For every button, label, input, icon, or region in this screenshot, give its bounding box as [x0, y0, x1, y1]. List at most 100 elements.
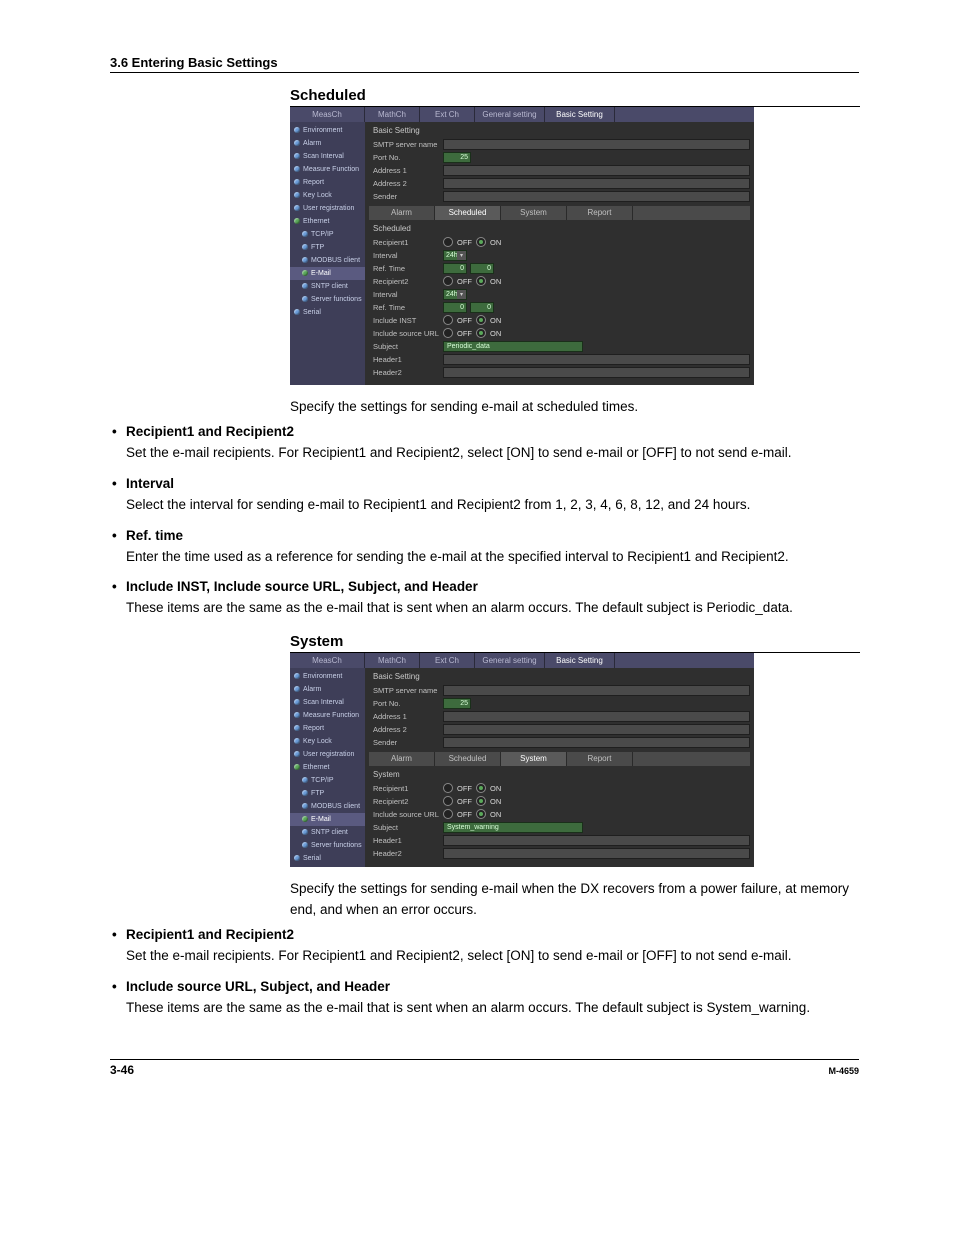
- nav-modbus-client[interactable]: MODBUS client: [290, 254, 365, 267]
- off-text: OFF: [457, 238, 472, 247]
- nav-ethernet[interactable]: Ethernet: [290, 761, 365, 774]
- subtab-scheduled[interactable]: Scheduled: [435, 752, 501, 766]
- tab-measch[interactable]: MeasCh: [290, 107, 365, 122]
- nav-ftp[interactable]: FTP: [290, 241, 365, 254]
- inst-on-radio[interactable]: [476, 315, 486, 325]
- url-off-radio[interactable]: [443, 809, 453, 819]
- sender-label: Sender: [369, 192, 443, 201]
- recipient1-on-radio[interactable]: [476, 783, 486, 793]
- port-field[interactable]: 25: [443, 698, 471, 709]
- on-text: ON: [490, 277, 501, 286]
- nav-server-functions[interactable]: Server functions: [290, 839, 365, 852]
- nav-ethernet[interactable]: Ethernet: [290, 215, 365, 228]
- on-text: ON: [490, 797, 501, 806]
- subtab-system[interactable]: System: [501, 752, 567, 766]
- tab-general-setting[interactable]: General setting: [475, 107, 545, 122]
- interval2-dropdown[interactable]: 24h▾: [443, 289, 467, 300]
- nav-alarm[interactable]: Alarm: [290, 137, 365, 150]
- addr2-field[interactable]: [443, 724, 750, 735]
- url-on-radio[interactable]: [476, 328, 486, 338]
- reftime2-h[interactable]: 0: [443, 302, 467, 313]
- nav-serial[interactable]: Serial: [290, 852, 365, 865]
- header1-field[interactable]: [443, 835, 750, 846]
- bullet-head: Include source URL, Subject, and Header: [110, 977, 859, 998]
- port-field[interactable]: 25: [443, 152, 471, 163]
- nav-sntp-client[interactable]: SNTP client: [290, 826, 365, 839]
- nav-measure-function[interactable]: Measure Function: [290, 163, 365, 176]
- reftime1-m[interactable]: 0: [470, 263, 494, 274]
- tab-extch[interactable]: Ext Ch: [420, 107, 475, 122]
- on-text: ON: [490, 316, 501, 325]
- nav-user-registration[interactable]: User registration: [290, 202, 365, 215]
- nav-report[interactable]: Report: [290, 722, 365, 735]
- recipient1-on-radio[interactable]: [476, 237, 486, 247]
- nav-environment[interactable]: Environment: [290, 124, 365, 137]
- bullet-body: Set the e-mail recipients. For Recipient…: [126, 443, 859, 464]
- url-off-radio[interactable]: [443, 328, 453, 338]
- sender-field[interactable]: [443, 191, 750, 202]
- subject-field[interactable]: System_warning: [443, 822, 583, 833]
- inst-off-radio[interactable]: [443, 315, 453, 325]
- header1-field[interactable]: [443, 354, 750, 365]
- interval1-dropdown[interactable]: 24h▾: [443, 250, 467, 261]
- smtp-field[interactable]: [443, 139, 750, 150]
- subtab-alarm[interactable]: Alarm: [369, 206, 435, 220]
- reftime2-label: Ref. Time: [369, 303, 443, 312]
- recipient2-off-radio[interactable]: [443, 796, 453, 806]
- off-text: OFF: [457, 797, 472, 806]
- sender-field[interactable]: [443, 737, 750, 748]
- addr2-field[interactable]: [443, 178, 750, 189]
- nav-serial[interactable]: Serial: [290, 306, 365, 319]
- top-tabs: MeasCh MathCh Ext Ch General setting Bas…: [290, 653, 754, 668]
- nav-scan-interval[interactable]: Scan Interval: [290, 696, 365, 709]
- tab-general-setting[interactable]: General setting: [475, 653, 545, 668]
- nav-ftp[interactable]: FTP: [290, 787, 365, 800]
- header2-field[interactable]: [443, 848, 750, 859]
- subtab-report[interactable]: Report: [567, 206, 633, 220]
- reftime2-m[interactable]: 0: [470, 302, 494, 313]
- header2-field[interactable]: [443, 367, 750, 378]
- system-screenshot: MeasCh MathCh Ext Ch General setting Bas…: [290, 653, 754, 867]
- recipient1-off-radio[interactable]: [443, 783, 453, 793]
- nav-tcpip[interactable]: TCP/IP: [290, 774, 365, 787]
- nav-modbus-client[interactable]: MODBUS client: [290, 800, 365, 813]
- nav-key-lock[interactable]: Key Lock: [290, 189, 365, 202]
- recipient2-label: Recipient2: [369, 797, 443, 806]
- recipient2-off-radio[interactable]: [443, 276, 453, 286]
- side-nav: Environment Alarm Scan Interval Measure …: [290, 668, 365, 867]
- addr1-field[interactable]: [443, 711, 750, 722]
- basic-setting-group: Basic Setting: [369, 124, 750, 137]
- nav-email[interactable]: E-Mail: [290, 813, 365, 826]
- nav-email[interactable]: E-Mail: [290, 267, 365, 280]
- tab-extch[interactable]: Ext Ch: [420, 653, 475, 668]
- nav-scan-interval[interactable]: Scan Interval: [290, 150, 365, 163]
- subtab-scheduled[interactable]: Scheduled: [435, 206, 501, 220]
- recipient2-on-radio[interactable]: [476, 276, 486, 286]
- subtab-alarm[interactable]: Alarm: [369, 752, 435, 766]
- nav-server-functions[interactable]: Server functions: [290, 293, 365, 306]
- reftime1-h[interactable]: 0: [443, 263, 467, 274]
- subtab-report[interactable]: Report: [567, 752, 633, 766]
- nav-report[interactable]: Report: [290, 176, 365, 189]
- nav-alarm[interactable]: Alarm: [290, 683, 365, 696]
- system-group: System: [369, 768, 750, 781]
- recipient2-on-radio[interactable]: [476, 796, 486, 806]
- nav-measure-function[interactable]: Measure Function: [290, 709, 365, 722]
- smtp-field[interactable]: [443, 685, 750, 696]
- tab-mathch[interactable]: MathCh: [365, 107, 420, 122]
- nav-user-registration[interactable]: User registration: [290, 748, 365, 761]
- tab-basic-setting[interactable]: Basic Setting: [545, 653, 615, 668]
- nav-sntp-client[interactable]: SNTP client: [290, 280, 365, 293]
- basic-setting-group: Basic Setting: [369, 670, 750, 683]
- tab-mathch[interactable]: MathCh: [365, 653, 420, 668]
- nav-tcpip[interactable]: TCP/IP: [290, 228, 365, 241]
- nav-key-lock[interactable]: Key Lock: [290, 735, 365, 748]
- url-on-radio[interactable]: [476, 809, 486, 819]
- nav-environment[interactable]: Environment: [290, 670, 365, 683]
- tab-measch[interactable]: MeasCh: [290, 653, 365, 668]
- addr1-field[interactable]: [443, 165, 750, 176]
- subject-field[interactable]: Periodic_data: [443, 341, 583, 352]
- tab-basic-setting[interactable]: Basic Setting: [545, 107, 615, 122]
- subtab-system[interactable]: System: [501, 206, 567, 220]
- recipient1-off-radio[interactable]: [443, 237, 453, 247]
